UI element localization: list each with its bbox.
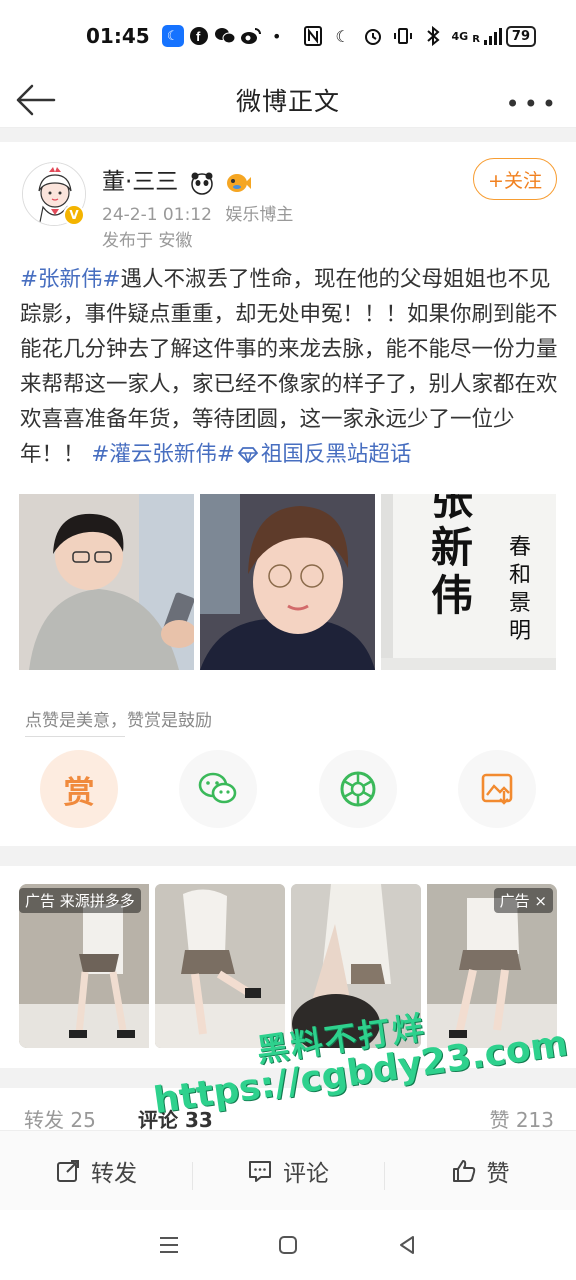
section-divider: [0, 128, 576, 142]
hashtag-link[interactable]: #张新伟#: [20, 267, 121, 292]
vibrate-icon: [392, 25, 414, 47]
nfc-icon: [302, 25, 324, 47]
post-photo[interactable]: [200, 494, 375, 670]
signal-label: R: [472, 34, 480, 45]
home-icon[interactable]: [273, 1230, 303, 1260]
follow-button[interactable]: +关注: [473, 158, 557, 200]
calligraphy-char-2: 新: [431, 523, 473, 572]
ad-close-label[interactable]: 广告 ×: [493, 888, 553, 913]
comment-icon: [249, 1160, 271, 1182]
reward-button[interactable]: 赏: [40, 750, 118, 828]
comment-count-tab[interactable]: 评论 33: [138, 1104, 213, 1133]
post-timestamp: 24-2-1 01:12: [102, 205, 212, 225]
ad-image[interactable]: [291, 884, 421, 1048]
network-type: 4G: [451, 29, 469, 43]
section-divider: [0, 846, 576, 866]
post-photo[interactable]: [19, 494, 194, 670]
post-photo[interactable]: 张 新 伟 春 和 景 明: [381, 494, 556, 670]
reward-hint: 点赞是美意，赞赏是鼓励: [25, 711, 212, 731]
calligraphy-char-3: 伟: [431, 571, 473, 620]
fish-badge-icon: [225, 171, 251, 195]
save-image-button[interactable]: [457, 750, 536, 828]
facebook-icon: f: [188, 25, 210, 47]
reward-divider: [25, 736, 125, 737]
comment-button[interactable]: 评论: [192, 1154, 384, 1190]
post-body: #张新伟#遇人不淑丢了性命，现在他的父母姐姐也不见踪影，事件疑点重重，却无处申冤…: [20, 262, 560, 472]
bluetooth-icon: [422, 25, 444, 47]
supertopic-link[interactable]: 祖国反黑站超话: [261, 442, 412, 467]
moments-icon: [340, 771, 376, 807]
ad-image[interactable]: [155, 884, 285, 1048]
reward-row: 赏: [40, 750, 536, 828]
section-divider: [0, 1068, 576, 1088]
photo-grid: 张 新 伟 春 和 景 明: [19, 494, 557, 670]
status-time: 01:45: [86, 24, 150, 48]
hashtag-link[interactable]: #灌云张新伟#: [91, 442, 235, 467]
supertopic-icon[interactable]: [235, 442, 261, 467]
repost-icon: [57, 1159, 79, 1182]
title-bar: 微博正文 •••: [0, 72, 576, 128]
author-name[interactable]: 董·三三: [102, 162, 251, 196]
repost-button[interactable]: 转发: [0, 1154, 192, 1188]
alarm-icon: [362, 25, 384, 47]
battery-icon: 79: [505, 25, 536, 47]
ad-source-label: 广告 来源拼多多: [19, 888, 141, 913]
post-location: 发布于 安徽: [102, 231, 193, 251]
status-bar: 01:45 ☾ f • ☾ 4G R 79: [0, 0, 576, 72]
verified-badge-icon: V: [63, 204, 85, 226]
system-nav-bar: [0, 1210, 576, 1280]
wechat-icon: [199, 772, 237, 804]
svg-text:f: f: [196, 29, 201, 44]
ad-image[interactable]: 广告 来源拼多多: [19, 884, 149, 1048]
signal-icon: R: [472, 27, 502, 45]
ad-image[interactable]: 广告 ×: [427, 884, 557, 1048]
image-download-icon: [481, 773, 513, 805]
more-options-icon[interactable]: •••: [506, 90, 560, 118]
app-badge-icon: ☾: [161, 25, 184, 47]
back-icon[interactable]: [392, 1230, 422, 1260]
share-wechat-button[interactable]: [179, 750, 258, 828]
calligraphy-char-1: 张: [431, 494, 473, 524]
menu-icon[interactable]: [154, 1230, 184, 1260]
author-tag: 娱乐博主: [225, 205, 294, 225]
post-body-text: 遇人不淑丢了性命，现在他的父母姐姐也不见踪影，事件疑点重重，却无处申冤！！！如果…: [20, 267, 558, 467]
share-moments-button[interactable]: [318, 750, 397, 828]
ad-strip: 广告 来源拼多多 广告 ×: [19, 884, 557, 1048]
like-count-tab[interactable]: 赞 213: [489, 1104, 554, 1133]
weibo-icon: [240, 25, 262, 47]
author-name-text[interactable]: 董·三三: [102, 169, 178, 195]
post-header: V 董·三三 24-2-1 01:12 娱乐博主 发布于 安徽 +关注: [0, 144, 576, 254]
like-label: 赞: [486, 1160, 510, 1187]
like-button[interactable]: 赞: [384, 1154, 576, 1190]
back-arrow-icon[interactable]: [14, 80, 58, 120]
wechat-icon: [214, 25, 236, 47]
page-title: 微博正文: [235, 86, 340, 116]
panda-badge-icon: [190, 171, 214, 195]
bottom-action-bar: 转发 评论 赞: [0, 1130, 576, 1210]
repost-label: 转发: [91, 1160, 137, 1187]
comment-label: 评论: [283, 1160, 329, 1187]
dot-icon: •: [271, 26, 282, 46]
post-meta: 24-2-1 01:12 娱乐博主: [102, 200, 293, 225]
repost-count-tab[interactable]: 转发 25: [24, 1104, 96, 1133]
moon-icon: ☾: [335, 26, 350, 46]
thumbs-up-icon: [452, 1159, 475, 1182]
